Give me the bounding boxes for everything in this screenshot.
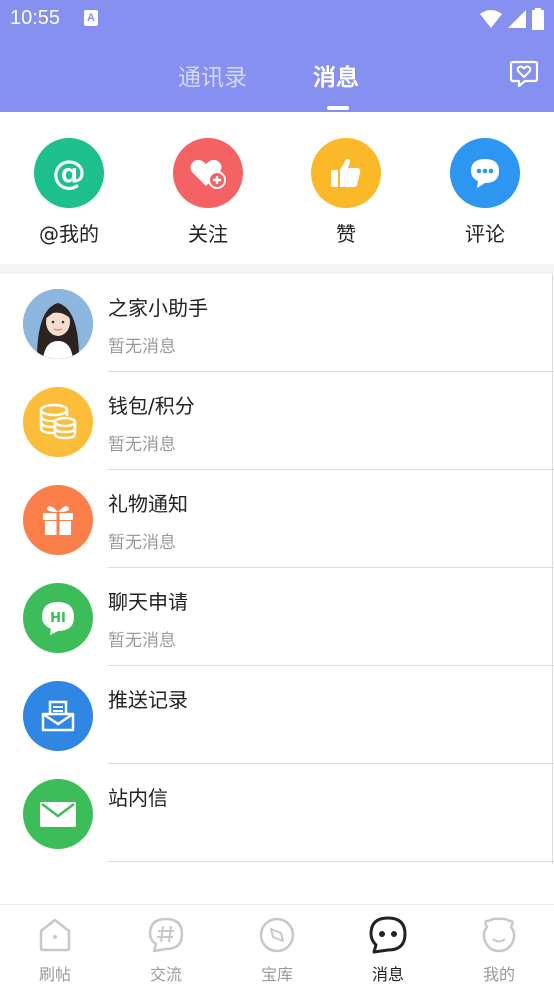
quick-action-mentions[interactable]: @ @我的	[14, 138, 124, 247]
heart-plus-icon	[173, 138, 243, 208]
tab-messages[interactable]: 消息	[313, 58, 359, 92]
at-icon: @	[34, 138, 104, 208]
wifi-icon	[479, 10, 502, 28]
svg-text:@: @	[52, 153, 86, 193]
thumbs-up-icon	[311, 138, 381, 208]
item-subtitle: 暂无消息	[108, 631, 176, 651]
status-time: 10:55	[10, 7, 61, 29]
item-subtitle: 暂无消息	[108, 337, 176, 357]
list-item-assistant[interactable]: 之家小助手 暂无消息	[0, 274, 554, 372]
item-title: 钱包/积分	[108, 394, 195, 418]
svg-text:HI: HI	[50, 611, 66, 626]
hashtag-bubble-icon	[148, 917, 184, 953]
comment-icon	[450, 138, 520, 208]
house-icon	[39, 918, 71, 952]
message-face-icon	[369, 916, 407, 954]
push-inbox-icon	[23, 681, 93, 751]
item-subtitle: 暂无消息	[108, 533, 176, 553]
list-item-wallet[interactable]: 钱包/积分 暂无消息	[0, 372, 554, 470]
nav-label: 刷帖	[38, 965, 71, 984]
nav-label: 宝库	[260, 965, 293, 984]
quick-action-label: 评论	[465, 222, 505, 246]
quick-action-likes[interactable]: 赞	[291, 138, 401, 247]
list-item-gifts[interactable]: 礼物通知 暂无消息	[0, 470, 554, 568]
item-divider	[108, 861, 554, 862]
coins-icon	[23, 387, 93, 457]
item-subtitle: 暂无消息	[108, 435, 176, 455]
status-bar: 10:55 A	[0, 0, 554, 38]
item-title: 站内信	[108, 786, 168, 810]
nav-label: 交流	[149, 965, 182, 984]
section-divider	[0, 264, 554, 274]
envelope-icon	[23, 779, 93, 849]
item-title: 之家小助手	[108, 296, 208, 320]
nav-wode[interactable]: 我的	[444, 915, 554, 985]
nav-jiaoliu[interactable]: 交流	[111, 915, 221, 985]
top-header: 通讯录 消息	[0, 38, 554, 112]
gift-icon	[23, 485, 93, 555]
quick-action-label: 关注	[188, 222, 228, 246]
nav-xiaoxi[interactable]: 消息	[333, 915, 443, 985]
nav-baoku[interactable]: 宝库	[222, 915, 332, 985]
active-tab-indicator	[327, 106, 349, 110]
notification-icon: A	[84, 10, 98, 26]
nav-shuatie[interactable]: 刷帖	[0, 915, 110, 985]
list-item-inbox[interactable]: 站内信	[0, 764, 554, 862]
item-title: 礼物通知	[108, 492, 188, 516]
status-icons	[479, 8, 544, 30]
quick-action-label: 赞	[336, 222, 356, 246]
bottom-nav: 刷帖 交流 宝库 消息 我的	[0, 904, 554, 985]
battery-icon	[532, 8, 544, 30]
hi-bubble-icon: HI	[23, 583, 93, 653]
chat-heart-icon[interactable]	[508, 58, 540, 90]
list-edge-line	[552, 274, 553, 864]
nav-label: 消息	[371, 965, 404, 984]
nav-label: 我的	[482, 965, 515, 984]
quick-actions: @ @我的 关注 赞 评论	[0, 112, 554, 268]
quick-action-comments[interactable]: 评论	[430, 138, 540, 247]
quick-action-label: @我的	[39, 222, 99, 246]
tab-contacts[interactable]: 通讯录	[178, 58, 247, 92]
profile-face-icon	[482, 917, 516, 953]
item-title: 推送记录	[108, 688, 188, 712]
item-title: 聊天申请	[108, 590, 188, 614]
compass-icon	[259, 917, 295, 953]
assistant-avatar	[23, 289, 93, 359]
list-item-push-history[interactable]: 推送记录	[0, 666, 554, 764]
quick-action-follow[interactable]: 关注	[153, 138, 263, 247]
message-list: 之家小助手 暂无消息 钱包/积分 暂无消息 礼物通知 暂无消息 HI 聊天申请 …	[0, 274, 554, 862]
signal-icon	[507, 10, 526, 28]
list-item-chat-requests[interactable]: HI 聊天申请 暂无消息	[0, 568, 554, 666]
